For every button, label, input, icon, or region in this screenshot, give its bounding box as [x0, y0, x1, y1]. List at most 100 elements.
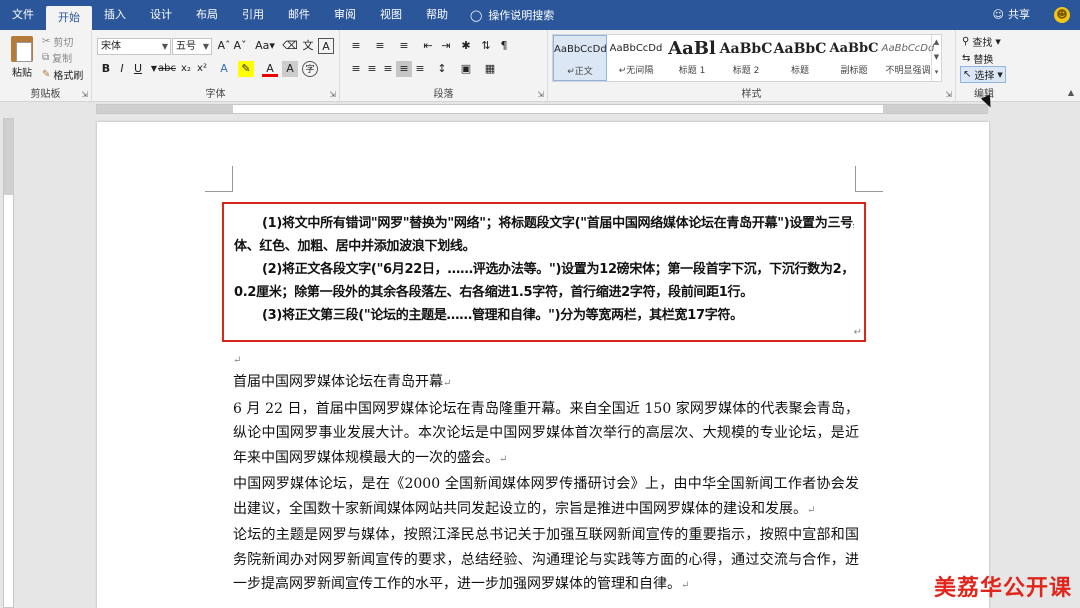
- find-button[interactable]: ⚲ 查找 ▼: [962, 34, 1001, 49]
- feedback-smiley-icon[interactable]: ☻: [1054, 7, 1070, 23]
- scissors-icon: ✂: [42, 36, 51, 47]
- margin-corner-mark: [205, 166, 233, 192]
- tab-review[interactable]: 审阅: [322, 0, 368, 30]
- chevron-down-icon: ▼: [202, 42, 209, 51]
- paragraph-mark-icon: ↵: [853, 327, 862, 338]
- shrink-font-icon[interactable]: Aˇ: [232, 38, 248, 54]
- style-heading-1[interactable]: AaBl 标题 1: [665, 35, 719, 81]
- copy-icon: ⧉: [42, 52, 50, 63]
- clipboard-group: 粘贴 ✂ 剪切 ⧉ 复制 ✎ 格式刷 剪贴板 ⇲: [0, 30, 92, 102]
- chinese-layout-icon[interactable]: ✱: [458, 38, 474, 54]
- superscript-icon[interactable]: x²: [194, 61, 210, 77]
- lightbulb-icon: ◯: [470, 8, 483, 22]
- char-border-icon[interactable]: A: [318, 38, 334, 54]
- horizontal-ruler[interactable]: [0, 102, 1080, 116]
- task-line: 0.2厘米；除第一段外的其余各段落左、右各缩进1.5字符，首行缩进2字符，段前间…: [234, 285, 753, 300]
- highlight-icon[interactable]: ✎: [238, 61, 254, 77]
- task-line: (3)将正文第三段("论坛的主题是……管理和自律。")分为等宽两栏，其栏宽17字…: [262, 308, 743, 323]
- paste-button[interactable]: 粘贴: [8, 36, 36, 79]
- align-right-icon[interactable]: ≡: [380, 61, 396, 77]
- italic-icon[interactable]: I: [114, 61, 130, 77]
- increase-indent-icon[interactable]: ⇥: [438, 38, 454, 54]
- tab-insert[interactable]: 插入: [92, 0, 138, 30]
- search-icon: ⚲: [962, 36, 970, 47]
- style-name: 标题 2: [732, 66, 760, 76]
- document-body[interactable]: ↵ 首届中国网罗媒体论坛在青岛开幕↵ 6 月 22 日，首届中国网罗媒体论坛在青…: [233, 352, 859, 599]
- tab-references[interactable]: 引用: [230, 0, 276, 30]
- vertical-ruler[interactable]: [3, 118, 14, 608]
- find-label: 查找: [972, 38, 993, 49]
- tab-help[interactable]: 帮助: [414, 0, 460, 30]
- style-normal[interactable]: AaBbCcDd ↵正文: [553, 35, 607, 81]
- distributed-icon[interactable]: ≡: [412, 61, 428, 77]
- tab-layout[interactable]: 布局: [184, 0, 230, 30]
- underline-icon[interactable]: U: [130, 61, 146, 77]
- style-subtitle[interactable]: AaBbC 副标题: [827, 35, 881, 81]
- cut-button[interactable]: ✂ 剪切: [42, 34, 73, 49]
- bullets-icon[interactable]: ≡: [348, 38, 364, 54]
- paragraph-group: ≡ ≡ ≡ ⇤ ⇥ ✱ ⇅ ¶ ≡ ≡ ≡ ≡ ≡ ↕ ▣ ▦ 段落 ⇲: [340, 30, 548, 102]
- change-case-icon[interactable]: Aa▾: [254, 38, 276, 54]
- justify-icon[interactable]: ≡: [396, 61, 412, 77]
- grow-font-icon[interactable]: Aˆ: [216, 38, 232, 54]
- cut-label: 剪切: [53, 38, 74, 49]
- task-instructions-text: (1)将文中所有错词"网罗"替换为"网络"；将标题段文字("首届中国网络媒体论坛…: [234, 212, 854, 327]
- style-name: 标题 1: [678, 66, 706, 76]
- borders-icon[interactable]: ▦: [482, 61, 498, 77]
- align-left-icon[interactable]: ≡: [348, 61, 364, 77]
- collapse-ribbon-icon[interactable]: ▲: [1068, 88, 1074, 97]
- style-subtle-emphasis[interactable]: AaBbCcDd 不明显强调: [881, 35, 935, 81]
- bold-icon[interactable]: B: [98, 61, 114, 77]
- task-line: (1)将文中所有错词"网罗"替换为"网络"；将标题段文字("首届中国网络媒体论坛…: [262, 216, 854, 231]
- style-preview: AaBbCcDd: [881, 43, 935, 54]
- share-button[interactable]: ☺ 共享: [993, 0, 1030, 30]
- clipboard-icon: [11, 36, 33, 62]
- tab-view[interactable]: 视图: [368, 0, 414, 30]
- decrease-indent-icon[interactable]: ⇤: [420, 38, 436, 54]
- sort-icon[interactable]: ⇅: [478, 38, 494, 54]
- line-spacing-icon[interactable]: ↕: [434, 61, 450, 77]
- dialog-launcher-icon[interactable]: ⇲: [329, 90, 336, 99]
- tab-mailings[interactable]: 邮件: [276, 0, 322, 30]
- clear-format-icon[interactable]: ⌫: [282, 38, 298, 54]
- font-name-combo[interactable]: 宋体 ▼: [97, 38, 171, 55]
- tab-design[interactable]: 设计: [138, 0, 184, 30]
- multilevel-list-icon[interactable]: ≡: [396, 38, 412, 54]
- enclose-char-icon[interactable]: 字: [302, 61, 318, 77]
- font-size-combo[interactable]: 五号 ▼: [172, 38, 212, 55]
- font-group-label: 字体: [205, 89, 226, 100]
- font-color-icon[interactable]: A: [262, 61, 278, 77]
- strikethrough-icon[interactable]: abc: [158, 61, 176, 77]
- dialog-launcher-icon[interactable]: ⇲: [537, 90, 544, 99]
- tab-file[interactable]: 文件: [0, 0, 46, 30]
- cursor-select-icon: ↖: [963, 69, 972, 80]
- doc-paragraph: 中国网罗媒体论坛，是在《2000 全国新闻媒体网罗传播研讨会》上，由中华全国新闻…: [233, 476, 859, 517]
- copy-button[interactable]: ⧉ 复制: [42, 50, 72, 65]
- style-heading-2[interactable]: AaBbC 标题 2: [719, 35, 773, 81]
- document-page[interactable]: (1)将文中所有错词"网罗"替换为"网络"；将标题段文字("首届中国网络媒体论坛…: [97, 122, 989, 608]
- char-shading-icon[interactable]: A: [282, 61, 298, 77]
- tab-home[interactable]: 开始: [46, 6, 92, 30]
- style-name: 副标题: [840, 66, 868, 76]
- select-button[interactable]: ↖ 选择 ▼: [960, 66, 1006, 83]
- style-preview: AaBl: [668, 38, 716, 59]
- menu-bar: 文件 开始 插入 设计 布局 引用 邮件 审阅 视图 帮助 ◯ 操作说明搜索 ☺…: [0, 0, 1080, 30]
- shading-icon[interactable]: ▣: [458, 61, 474, 77]
- task-instructions-image[interactable]: (1)将文中所有错词"网罗"替换为"网络"；将标题段文字("首届中国网络媒体论坛…: [222, 202, 866, 342]
- show-marks-icon[interactable]: ¶: [496, 38, 512, 54]
- text-effects-icon[interactable]: A: [216, 61, 232, 77]
- align-center-icon[interactable]: ≡: [364, 61, 380, 77]
- style-no-spacing[interactable]: AaBbCcDd ↵无间隔: [609, 35, 663, 81]
- style-title[interactable]: AaBbC 标题: [773, 35, 827, 81]
- subscript-icon[interactable]: x₂: [178, 61, 194, 77]
- dialog-launcher-icon[interactable]: ⇲: [945, 90, 952, 99]
- phonetic-guide-icon[interactable]: 文: [300, 38, 316, 54]
- tell-me-search[interactable]: ◯ 操作说明搜索: [470, 7, 554, 23]
- dialog-launcher-icon[interactable]: ⇲: [81, 90, 88, 99]
- paintbrush-icon: ✎: [42, 69, 51, 80]
- format-painter-button[interactable]: ✎ 格式刷: [42, 67, 83, 82]
- replace-button[interactable]: ⇆ 替换: [962, 51, 993, 66]
- numbering-icon[interactable]: ≡: [372, 38, 388, 54]
- gallery-scroll[interactable]: ▲ ▼ ▾: [931, 35, 941, 81]
- style-preview: AaBbCcDd: [609, 43, 663, 54]
